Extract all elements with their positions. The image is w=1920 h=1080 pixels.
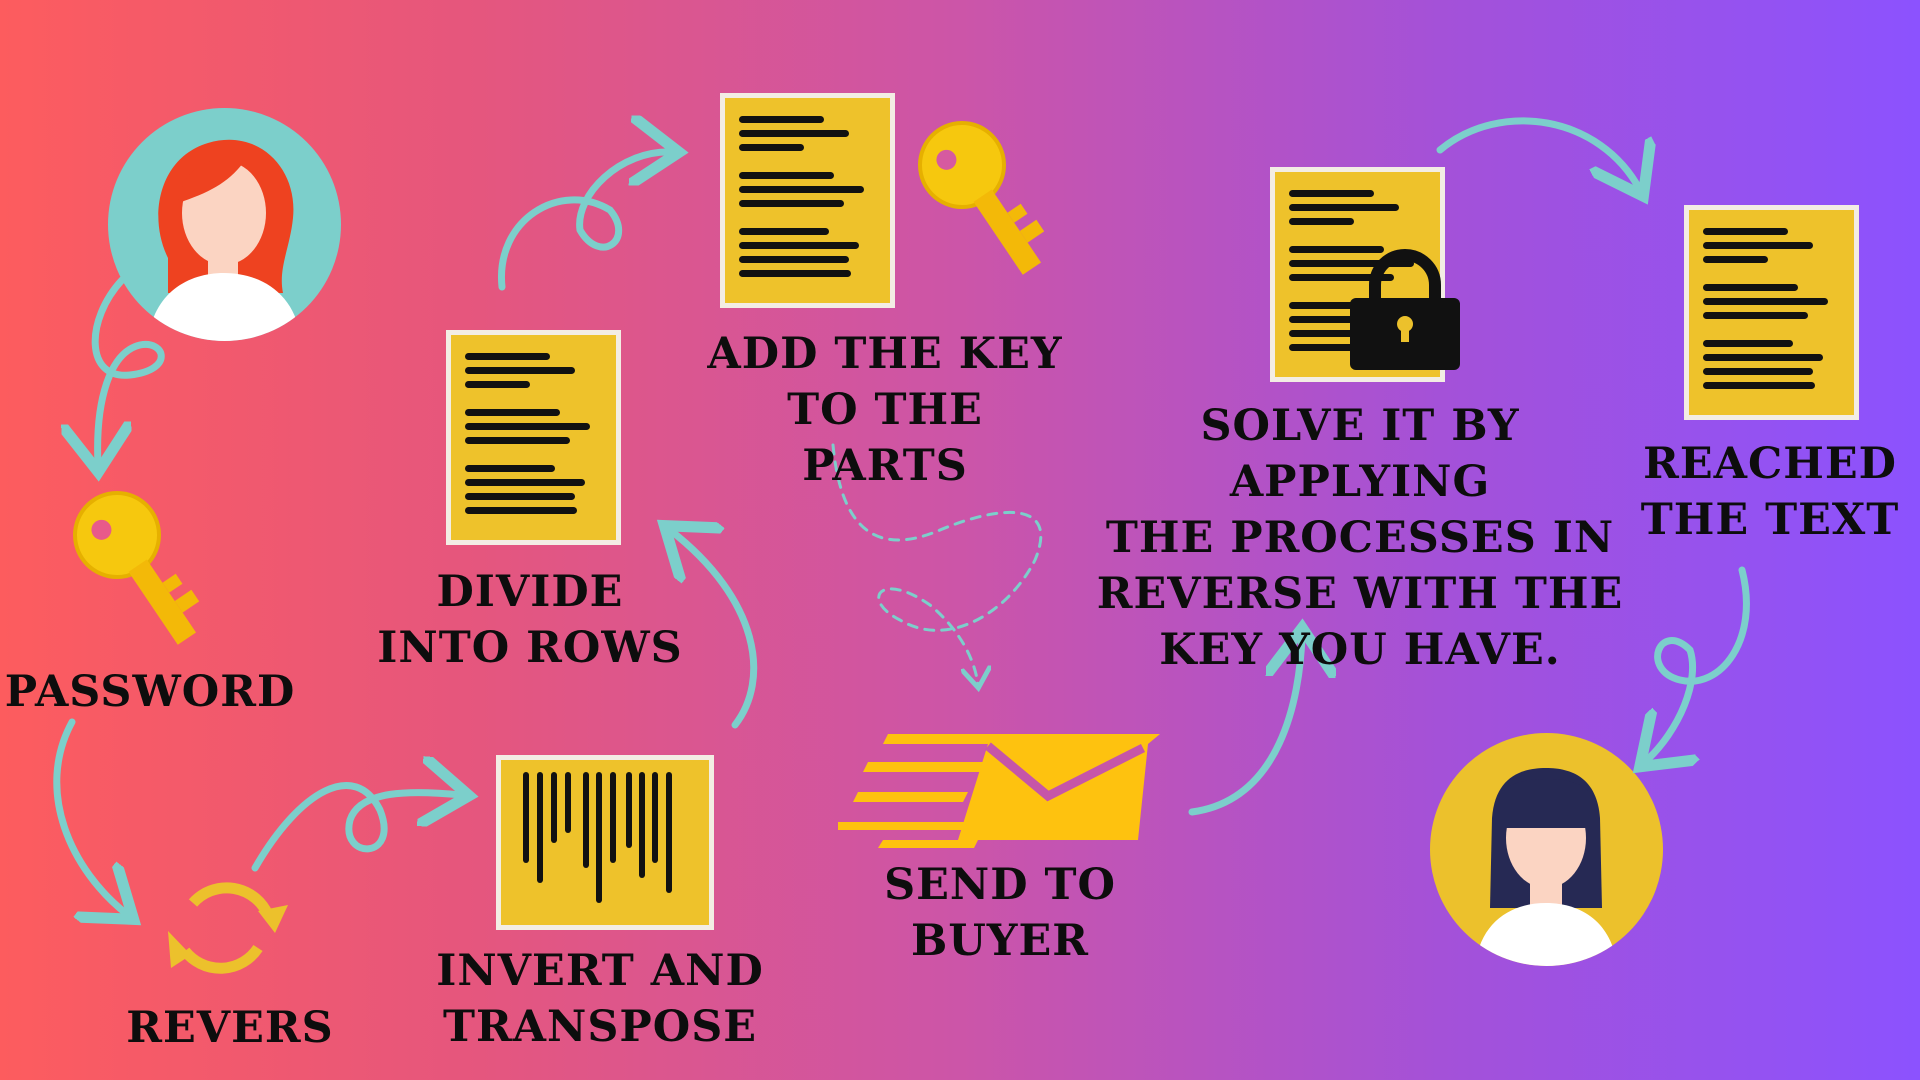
- arrow-password-to-revers: [53, 718, 128, 915]
- arrow-revers-to-invert: [251, 785, 462, 872]
- encryption-process-diagram: PASSWORD REVERS INVERT AND TRANSPOSE DIV…: [0, 0, 1920, 1080]
- step-label-send: SEND TO BUYER: [884, 860, 1116, 966]
- step-label-solve: SOLVE IT BY APPLYING THE PROCESSES IN RE…: [1096, 401, 1624, 675]
- step-label-revers: REVERS: [126, 1003, 334, 1053]
- step-label-divide: DIVIDE INTO ROWS: [377, 567, 683, 673]
- step-label-password: PASSWORD: [4, 667, 296, 717]
- step-label-invert: INVERT AND TRANSPOSE: [436, 946, 764, 1052]
- arrow-reached-to-receiver: [1645, 566, 1750, 762]
- arrow-solve-to-reached: [1436, 117, 1640, 190]
- step-label-add-key: ADD THE KEY TO THE PARTS: [707, 329, 1063, 491]
- arrow-divide-to-addkey: [498, 152, 672, 291]
- arrow-avatar-to-password: [95, 276, 165, 465]
- step-label-reached: REACHED THE TEXT: [1640, 439, 1900, 545]
